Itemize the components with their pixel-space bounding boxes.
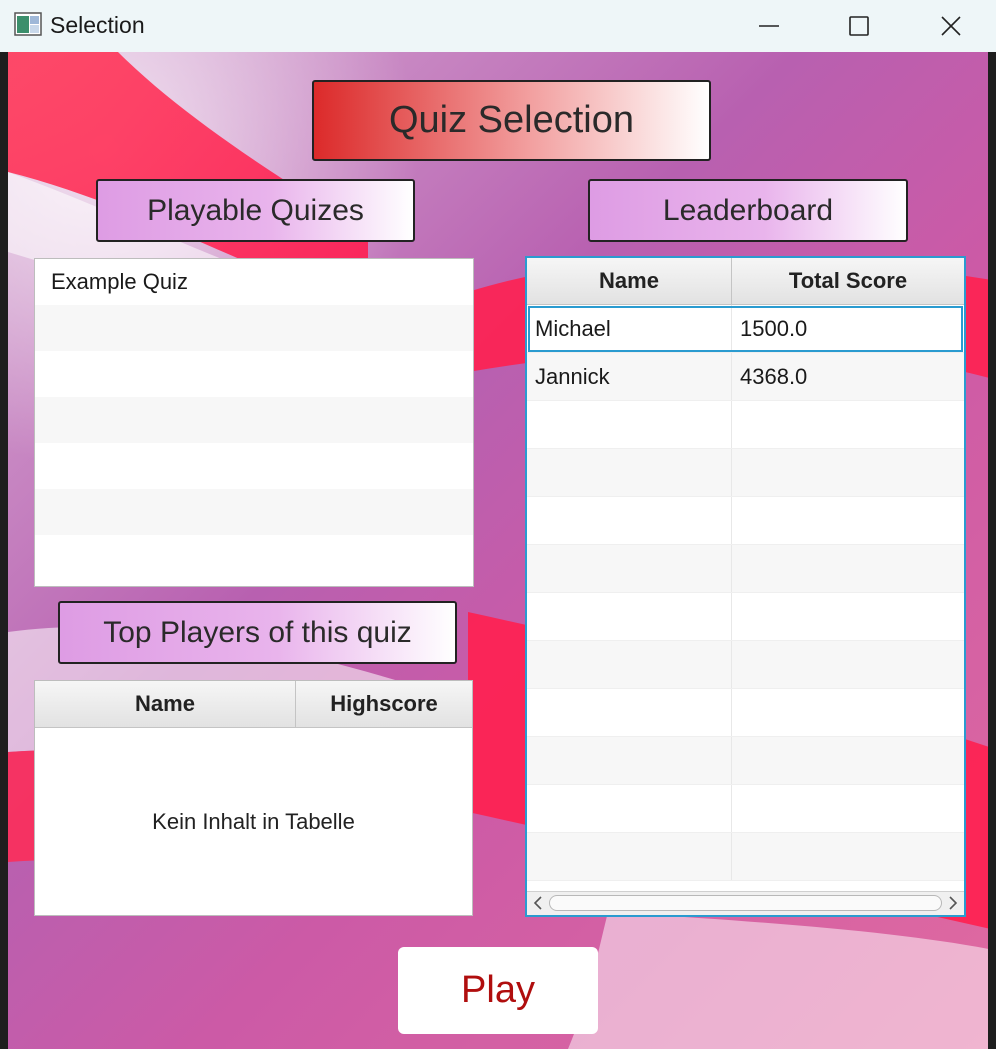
empty-list-row	[35, 535, 473, 581]
column-header-total-score[interactable]: Total Score	[732, 258, 964, 304]
cell-name: Jannick	[527, 353, 732, 400]
empty-list-row	[35, 305, 473, 351]
minimize-icon	[759, 25, 779, 27]
empty-table-row	[527, 497, 964, 545]
table-header: Name Highscore	[35, 681, 472, 728]
empty-table-row	[527, 593, 964, 641]
table-header: Name Total Score	[527, 258, 964, 305]
empty-table-row	[527, 689, 964, 737]
empty-list-row	[35, 397, 473, 443]
title-bar: Selection	[0, 0, 996, 52]
play-button[interactable]: Play	[398, 947, 598, 1034]
empty-list-row	[35, 443, 473, 489]
empty-table-row	[527, 833, 964, 881]
top-players-heading: Top Players of this quiz	[58, 601, 457, 664]
table-row[interactable]: Jannick 4368.0	[527, 353, 964, 401]
window-content: Quiz Selection Playable Quizes Leaderboa…	[0, 52, 996, 1049]
empty-table-row	[527, 401, 964, 449]
empty-table-row	[527, 785, 964, 833]
page-title: Quiz Selection	[312, 80, 711, 161]
table-row[interactable]: Michael 1500.0	[527, 305, 964, 353]
empty-table-row	[527, 641, 964, 689]
empty-list-row	[35, 351, 473, 397]
close-button[interactable]	[906, 0, 996, 52]
top-players-table[interactable]: Name Highscore Kein Inhalt in Tabelle	[34, 680, 473, 916]
chevron-left-icon	[533, 896, 542, 910]
app-window-icon	[14, 12, 42, 36]
empty-table-row	[527, 737, 964, 785]
column-header-highscore[interactable]: Highscore	[296, 681, 472, 727]
maximize-icon	[849, 16, 869, 36]
maximize-button[interactable]	[814, 0, 904, 52]
empty-table-row	[527, 449, 964, 497]
horizontal-scrollbar[interactable]	[527, 891, 964, 915]
cell-name: Michael	[527, 305, 732, 352]
list-item[interactable]: Example Quiz	[35, 259, 473, 305]
chevron-right-icon	[949, 896, 958, 910]
scrollbar-thumb[interactable]	[549, 895, 942, 911]
empty-table-placeholder: Kein Inhalt in Tabelle	[152, 808, 355, 834]
playable-quizzes-heading: Playable Quizes	[96, 179, 415, 242]
leaderboard-heading: Leaderboard	[588, 179, 908, 242]
close-icon	[941, 16, 961, 36]
empty-table-row	[527, 545, 964, 593]
cell-total-score: 1500.0	[740, 315, 808, 341]
cell-total-score: 4368.0	[740, 363, 808, 389]
window-title: Selection	[50, 12, 145, 38]
quiz-list[interactable]: Example Quiz	[34, 258, 474, 587]
leaderboard-table[interactable]: Name Total Score Michael 1500.0 Jannick …	[525, 256, 966, 917]
minimize-button[interactable]	[724, 0, 814, 52]
scroll-left-arrow[interactable]	[529, 894, 547, 912]
column-header-name[interactable]: Name	[35, 681, 296, 727]
empty-list-row	[35, 489, 473, 535]
column-header-name[interactable]: Name	[527, 258, 732, 304]
scroll-right-arrow[interactable]	[944, 894, 962, 912]
